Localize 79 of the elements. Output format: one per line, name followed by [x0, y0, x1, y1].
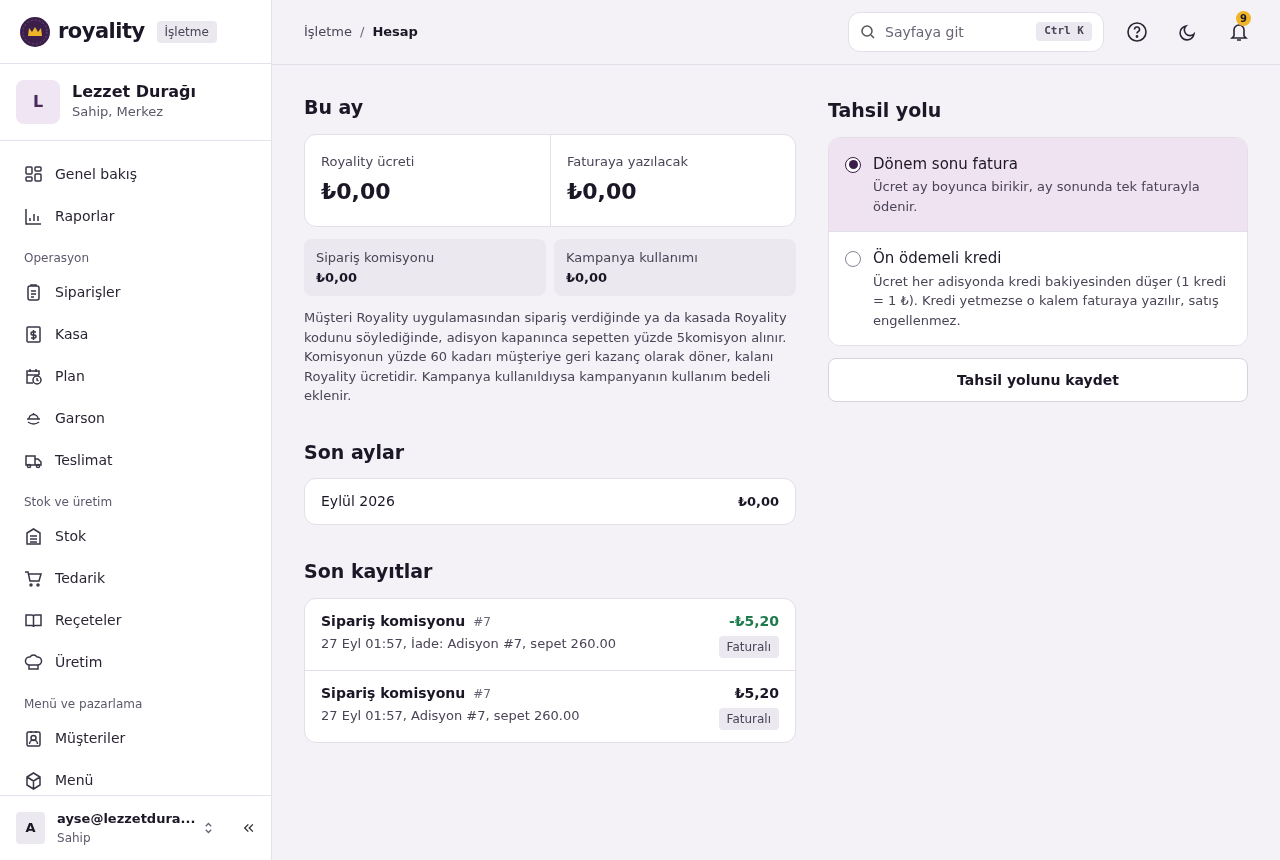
entry-reference: #7 [473, 685, 491, 703]
bell-icon[interactable] [1230, 22, 1248, 42]
stat-label: Faturaya yazılacak [567, 152, 689, 171]
business-avatar: L [16, 80, 60, 124]
user-role: Sahip [57, 829, 92, 847]
payment-option[interactable]: Ön ödemeli kredi Ücret her adisyonda kredi bakiyesinden düşer (1 kredi = 1 ₺). Kredi yetmezse o kalem faturaya yazılır, satış engellenmez. [829, 231, 1247, 345]
nav-item[interactable]: Reçeteler [8, 599, 263, 641]
calendar-clock-icon [24, 366, 43, 386]
box-icon [24, 770, 43, 790]
nav-item[interactable]: Üretim [8, 641, 263, 683]
entry-detail: 27 Eyl 01:57, Adisyon #7, sepet 260.00 [321, 706, 580, 725]
section-heading: Son kayıtlar [304, 559, 434, 584]
nav-item[interactable]: Menü [8, 759, 263, 795]
radio-button[interactable] [845, 156, 861, 173]
workspace-tag: İşletme [156, 20, 217, 43]
stat-label: Royality ücreti [321, 152, 416, 171]
brand-name: royality [58, 17, 145, 45]
save-button[interactable]: Tahsil yolunu kaydet [828, 358, 1248, 402]
option-description: Ücret ay boyunca birikir, ay sonunda tek faturayla ödenir. [873, 178, 1201, 216]
nav-item[interactable]: Stok [8, 515, 263, 557]
nav-section-label: Operasyon [23, 250, 91, 267]
bar-chart-icon [24, 206, 43, 226]
user-email: ayse@lezzetdura... [57, 810, 196, 829]
stat-value: ₺0,00 [321, 178, 392, 206]
month-label: Eylül 2026 [321, 492, 395, 511]
moon-icon[interactable] [1179, 23, 1197, 41]
help-icon[interactable] [1126, 21, 1148, 43]
cart-icon [24, 568, 43, 588]
entry-amount: ₺5,20 [734, 683, 779, 703]
status-tag: Faturalı [718, 707, 779, 730]
nav-item[interactable]: Tedarik [8, 557, 263, 599]
user-avatar: A [16, 812, 45, 844]
receipt-icon [24, 324, 43, 344]
nav-item[interactable]: Plan [8, 355, 263, 397]
section-heading: Tahsil yolu [828, 98, 943, 123]
option-title: Dönem sonu fatura [873, 153, 1019, 175]
entry-title: Sipariş komisyonu [321, 611, 466, 631]
breadcrumb-current: Hesap [372, 23, 418, 42]
breakdown-label: Kampanya kullanımı [566, 249, 699, 267]
nav-item[interactable]: Kasa [8, 313, 263, 355]
nav-item[interactable]: Siparişler [8, 271, 263, 313]
contact-card-icon [24, 728, 43, 748]
payment-option[interactable]: Dönem sonu fatura Ücret ay boyunca birikir, ay sonunda tek faturayla ödenir. [829, 137, 1247, 231]
business-name: Lezzet Durağı [72, 82, 197, 103]
section-heading: Bu ay [304, 95, 365, 120]
nav-item[interactable]: Teslimat [8, 439, 263, 481]
grid-icon [24, 164, 43, 184]
entry-title: Sipariş komisyonu [321, 683, 466, 703]
business-role: Sahip, Merkez [72, 103, 165, 122]
stat-value: ₺0,00 [567, 178, 638, 206]
radio-button[interactable] [845, 251, 861, 267]
nav-item[interactable]: Garson [8, 397, 263, 439]
nav-item[interactable]: Müşteriler [8, 717, 263, 759]
crown-logo-icon [20, 16, 50, 47]
option-description: Ücret her adisyonda kredi bakiyesinden düşer (1 kredi = 1 ₺). Kredi yetmezse o kalem faturaya yazılır, satış engellenmez. [873, 272, 1228, 330]
status-tag: Faturalı [718, 635, 779, 658]
nav-item[interactable]: Raporlar [8, 195, 263, 237]
clipboard-icon [24, 282, 43, 302]
breakdown-value: ₺0,00 [316, 268, 359, 287]
entry-reference: #7 [473, 613, 491, 631]
nav-section-label: Menü ve pazarlama [23, 696, 144, 713]
search-icon [860, 24, 876, 40]
nav-section-label: Stok ve üretim [23, 494, 114, 511]
shortcut-key: Ctrl K [1036, 22, 1092, 41]
entry-detail: 27 Eyl 01:57, İade: Adisyon #7, sepet 260.00 [321, 634, 617, 653]
archive-icon [24, 526, 43, 546]
breadcrumb-separator: / [360, 23, 365, 42]
commission-explanation: Müşteri Royality uygulamasından sipariş verdiğinde ya da kasada Royality kodunu söylediğinde, adisyon kapanınca sepetten yüzde 5komisyon alınır. Komisyonun yüzde 60 kadarı müşteriye geri kazanç olarak döner, kalanı Royality ücretidir. Kampanya kullanıldıysa kampanyanın kullanım bedeli eklenir. [304, 309, 788, 405]
breadcrumb-link[interactable]: İşletme [304, 22, 352, 42]
section-heading: Son aylar [304, 439, 406, 465]
month-amount: ₺0,00 [737, 492, 779, 511]
breakdown-label: Sipariş komisyonu [316, 249, 436, 267]
breakdown-value: ₺0,00 [566, 268, 609, 287]
notification-count: 9 [1236, 11, 1251, 26]
nav-item[interactable]: Genel bakış [8, 153, 263, 195]
chef-hat-icon [24, 652, 43, 672]
option-title: Ön ödemeli kredi [873, 247, 1003, 269]
collapse-sidebar-icon[interactable] [242, 822, 255, 834]
entry-amount: -₺5,20 [728, 611, 779, 631]
